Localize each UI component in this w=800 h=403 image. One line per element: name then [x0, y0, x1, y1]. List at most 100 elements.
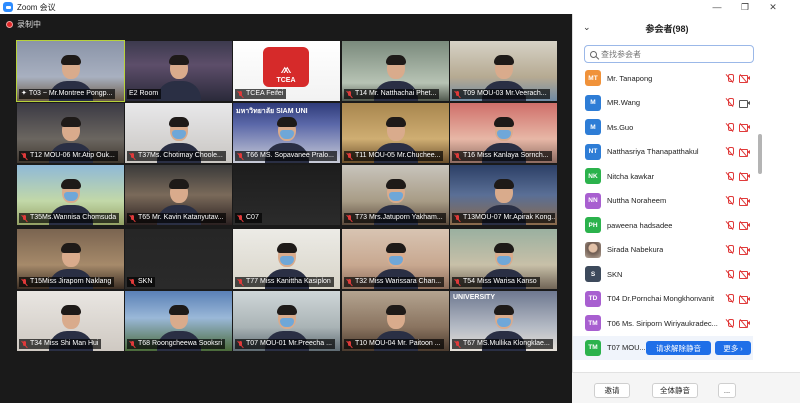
close-button[interactable]: ✕	[760, 0, 786, 14]
participant-row[interactable]: NT Natthasriya Thanapatthakul	[573, 140, 753, 164]
mic-muted-icon[interactable]	[726, 269, 734, 279]
search-input[interactable]	[601, 49, 751, 59]
mic-muted-icon	[237, 214, 244, 222]
mic-muted-icon[interactable]	[726, 171, 734, 181]
camera-icon[interactable]	[739, 99, 750, 108]
invite-button[interactable]: 邀请	[594, 383, 630, 398]
mute-all-button[interactable]: 全体静音	[652, 383, 698, 398]
avatar: NN	[585, 192, 601, 209]
video-tile[interactable]: มหาวิทยาลัย SIAM UNI T66 MS. Sopavanee Pr…	[233, 103, 340, 163]
video-tile[interactable]: T10 MOU-04 Mr. Paitoon ...	[342, 291, 449, 351]
participant-row[interactable]: MT Mr. Tanapong	[573, 66, 753, 90]
participant-row[interactable]: TMT08 MOU...	[573, 360, 753, 364]
mic-muted-icon[interactable]	[726, 220, 734, 230]
camera-off-icon[interactable]	[739, 246, 750, 255]
mic-muted-icon[interactable]	[726, 318, 734, 328]
camera-off-icon[interactable]	[739, 270, 750, 279]
participant-scrollbar[interactable]	[758, 64, 762, 364]
participant-row[interactable]: M MR.Wang	[573, 91, 753, 115]
participant-row[interactable]: TD T04 Dr.Pornchai Mongkhonvanit	[573, 287, 753, 311]
video-tile[interactable]: T35Ms.Wannisa Chomsuda	[17, 165, 124, 225]
participant-name: Sirada Nabekura	[607, 245, 664, 254]
video-tile[interactable]: T32 Miss Warissara Chan...	[342, 229, 449, 289]
video-tile[interactable]: ⩕ TCEA TCEA Feifei	[233, 41, 340, 101]
tile-name-label: T34 Miss Shi Man Hui	[19, 339, 102, 349]
video-tile[interactable]: E2 Room	[125, 41, 232, 101]
avatar-initials: NT	[588, 148, 598, 155]
mic-muted-icon[interactable]	[726, 294, 734, 303]
record-icon	[6, 21, 13, 28]
mic-muted-icon	[129, 340, 136, 348]
camera-off-icon[interactable]	[739, 74, 750, 83]
camera-off-icon[interactable]	[739, 123, 750, 132]
mic-muted-icon[interactable]	[726, 122, 734, 132]
camera-off-icon[interactable]	[739, 319, 750, 328]
participant-row[interactable]: M Ms.Guo	[573, 115, 753, 139]
mic-muted-icon	[21, 278, 28, 286]
video-tile[interactable]: C07	[233, 165, 340, 225]
video-tile[interactable]: T34 Miss Shi Man Hui	[17, 291, 124, 351]
camera-off-icon[interactable]	[739, 295, 750, 304]
video-tile[interactable]: T11 MOU-05 Mr.Chuchee...	[342, 103, 449, 163]
video-tile[interactable]: T13MOU-07 Mr.Apirak Kong...	[450, 165, 557, 225]
video-tile[interactable]: T68 Roongcheewa Sooksri	[125, 291, 232, 351]
recording-indicator[interactable]: 录制中	[6, 19, 41, 30]
video-tile[interactable]: T14 Mr. Natthachai Phet...	[342, 41, 449, 101]
mic-muted-icon[interactable]	[726, 245, 734, 254]
tile-name-label: T73 Mrs.Jatuporn Yakham...	[344, 213, 446, 223]
panel-header: ⌄ 参会者(98)	[573, 14, 800, 41]
participant-row[interactable]: Sirada Nabekura	[573, 238, 753, 262]
video-tile[interactable]: T09 MOU-03 Mr.Veerach...	[450, 41, 557, 101]
video-tile[interactable]: T73 Mrs.Jatuporn Yakham...	[342, 165, 449, 225]
participant-row[interactable]: S SKN	[573, 262, 753, 286]
video-tile[interactable]: T07 MOU-01 Mr.Preecha ...	[233, 291, 340, 351]
participant-name: Nitcha kawkar	[607, 171, 655, 181]
tile-name-label: ✦ T03 ~ Mr.Montree Pongp...	[19, 89, 116, 99]
mic-muted-icon	[454, 90, 461, 98]
mic-muted-icon	[129, 278, 136, 286]
tile-name-label: T77 Miss Kanittha Kasiplon	[235, 277, 334, 287]
mic-muted-icon[interactable]	[726, 196, 734, 205]
tile-name-label: T68 Roongcheewa Sooksri	[127, 339, 226, 349]
tile-name-label: E2 Room	[127, 89, 162, 99]
ask-unmute-button[interactable]: 请求解除静音	[646, 341, 711, 355]
camera-off-icon[interactable]	[739, 221, 750, 230]
video-tile[interactable]: T54 Miss Warisa Kanso	[450, 229, 557, 289]
camera-off-icon[interactable]	[739, 172, 750, 181]
mic-muted-icon	[346, 278, 353, 286]
footer-more-button[interactable]: ...	[718, 383, 736, 398]
scrollbar-thumb[interactable]	[758, 134, 762, 174]
tile-name-text: T37Ms. Chotimay Choole...	[138, 152, 223, 159]
minimize-button[interactable]: —	[704, 0, 730, 14]
tile-name-text: T67 MS.Mullika Klongklae...	[463, 340, 550, 347]
tile-name-text: T13MOU-07 Mr.Apirak Kong...	[463, 214, 555, 221]
mic-muted-icon[interactable]	[726, 73, 734, 83]
video-tile[interactable]: T65 Mr. Kavin Katanyutav...	[125, 165, 232, 225]
avatar-initials: MT	[588, 74, 598, 82]
participant-row[interactable]: TM T06 Ms. Siriporn Wiriyaukradec...	[573, 311, 753, 335]
video-tile[interactable]: SKNSKN	[125, 229, 232, 289]
participant-row[interactable]: NK Nitcha kawkar	[573, 164, 753, 188]
more-button[interactable]: 更多 ›	[715, 341, 751, 355]
video-tile[interactable]: T37Ms. Chotimay Choole...	[125, 103, 232, 163]
mic-muted-icon[interactable]	[726, 147, 734, 156]
mic-muted-icon	[346, 214, 353, 222]
avatar: NK	[585, 168, 601, 184]
camera-off-icon[interactable]	[739, 197, 750, 206]
video-tile[interactable]: UNIVERSITY T67 MS.Mullika Klongklae...	[450, 291, 557, 351]
video-tile[interactable]: T16 Miss Kanlaya Sornch...	[450, 103, 557, 163]
participant-row[interactable]: NN Nuttha Noraheem	[573, 189, 753, 213]
participant-row[interactable]: PH paweena hadsadee	[573, 213, 753, 237]
video-tile[interactable]: ✦ T03 ~ Mr.Montree Pongp...	[16, 40, 125, 102]
mic-muted-icon	[237, 152, 244, 160]
video-tile[interactable]: T77 Miss Kanittha Kasiplon	[233, 229, 340, 289]
participant-search[interactable]	[584, 45, 754, 63]
video-tile[interactable]: T15Miss Jiraporn Naklang	[17, 229, 124, 289]
mic-muted-icon[interactable]	[726, 98, 734, 107]
tile-name-text: T16 Miss Kanlaya Sornch...	[463, 152, 549, 159]
tile-name-label: T37Ms. Chotimay Choole...	[127, 151, 226, 161]
tile-name-label: T11 MOU-05 Mr.Chuchee...	[344, 151, 444, 161]
camera-off-icon[interactable]	[739, 148, 750, 157]
video-tile[interactable]: T12 MOU-06 Mr.Atip Ouk...	[17, 103, 124, 163]
maximize-button[interactable]: ❐	[732, 0, 758, 14]
